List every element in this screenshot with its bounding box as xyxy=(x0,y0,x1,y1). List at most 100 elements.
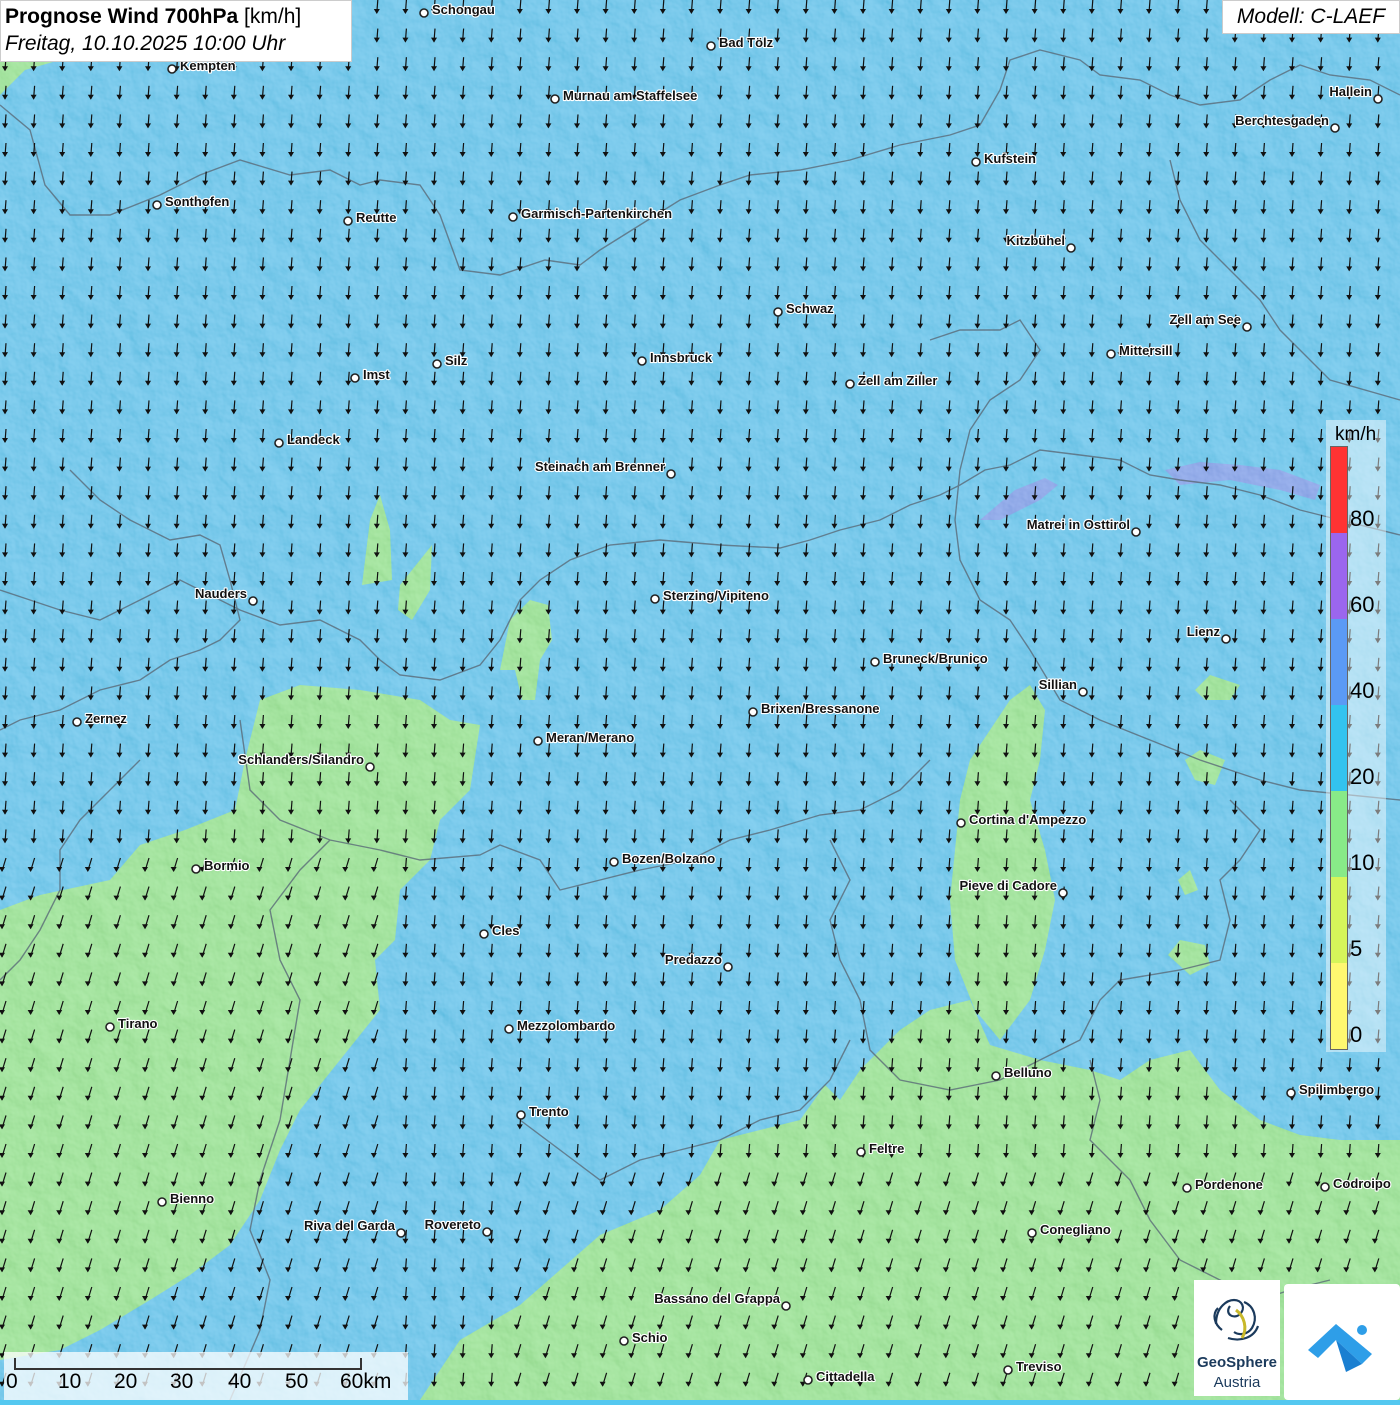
legend-swatch xyxy=(1331,619,1347,705)
city-dot xyxy=(505,1025,513,1033)
city-dot xyxy=(420,9,428,17)
city-label: Kufstein xyxy=(984,151,1036,166)
city-label: Schongau xyxy=(432,2,495,17)
city-marker: Mezzolombardo xyxy=(505,1018,615,1033)
city-marker: Cortina d'Ampezzo xyxy=(957,812,1086,827)
legend-swatch xyxy=(1331,533,1347,619)
city-dot xyxy=(73,718,81,726)
city-dot xyxy=(551,95,559,103)
city-dot xyxy=(651,595,659,603)
city-marker: Conegliano xyxy=(1028,1222,1111,1237)
city-dot xyxy=(1287,1089,1295,1097)
app-mountain-icon xyxy=(1284,1284,1400,1400)
geosphere-emblem-icon xyxy=(1194,1284,1280,1356)
city-dot xyxy=(804,1376,812,1384)
city-label: Nauders xyxy=(195,586,247,601)
title-line: Prognose Wind 700hPa [km/h] xyxy=(5,5,347,29)
city-label: Brixen/Bressanone xyxy=(761,701,880,716)
title-main: Prognose Wind 700hPa xyxy=(5,5,238,28)
city-dot xyxy=(366,763,374,771)
model-label: Modell: C-LAEF xyxy=(1222,0,1400,34)
city-label: Sillian xyxy=(1039,677,1077,692)
city-dot xyxy=(724,963,732,971)
city-label: Schlanders/Silandro xyxy=(238,752,364,767)
city-dot xyxy=(509,213,517,221)
city-dot xyxy=(1028,1229,1036,1237)
title-panel: Prognose Wind 700hPa [km/h] Freitag, 10.… xyxy=(0,0,352,62)
city-label: Bruneck/Brunico xyxy=(883,651,988,666)
legend-tick-label: 5 xyxy=(1350,936,1362,962)
city-dot xyxy=(192,865,200,873)
city-label: Pordenone xyxy=(1195,1177,1263,1192)
scale-label: 50 xyxy=(285,1370,308,1394)
city-dot xyxy=(707,42,715,50)
scale-bar xyxy=(14,1358,362,1370)
legend-swatch xyxy=(1331,705,1347,791)
scale-bar-panel: 0102030405060km xyxy=(4,1352,408,1400)
legend-unit: km/h xyxy=(1335,424,1376,446)
city-marker: Schongau xyxy=(420,2,495,17)
city-marker: Murnau am Staffelsee xyxy=(551,88,697,103)
city-dot xyxy=(106,1023,114,1031)
city-label: Bienno xyxy=(170,1191,214,1206)
city-dot xyxy=(610,858,618,866)
city-dot xyxy=(638,357,646,365)
city-label: Bormio xyxy=(204,858,250,873)
app-logo xyxy=(1284,1284,1400,1400)
city-label: Bozen/Bolzano xyxy=(622,851,715,866)
city-dot xyxy=(168,65,176,73)
legend-tick-label: 60 xyxy=(1350,592,1374,618)
city-label: Innsbruck xyxy=(650,350,713,365)
city-dot xyxy=(1067,244,1075,252)
legend-tick-label: 10 xyxy=(1350,850,1374,876)
city-marker: Brixen/Bressanone xyxy=(749,701,880,716)
scale-label: 30 xyxy=(170,1370,193,1394)
city-label: Bad Tölz xyxy=(719,35,774,50)
city-dot xyxy=(483,1228,491,1236)
legend-swatch xyxy=(1331,447,1347,533)
city-dot xyxy=(749,708,757,716)
forecast-date: Freitag, 10.10.2025 10:00 Uhr xyxy=(5,32,347,56)
city-label: Lienz xyxy=(1187,624,1221,639)
legend-swatch xyxy=(1331,791,1347,877)
city-dot xyxy=(846,380,854,388)
logo-sub: Austria xyxy=(1194,1374,1280,1391)
city-dot xyxy=(397,1229,405,1237)
city-marker: Sonthofen xyxy=(153,194,229,209)
city-label: Garmisch-Partenkirchen xyxy=(521,206,672,221)
city-dot xyxy=(275,439,283,447)
city-dot xyxy=(1243,323,1251,331)
city-dot xyxy=(1183,1184,1191,1192)
city-label: Mezzolombardo xyxy=(517,1018,615,1033)
city-dot xyxy=(857,1148,865,1156)
city-label: Zell am See xyxy=(1169,312,1241,327)
city-label: Conegliano xyxy=(1040,1222,1111,1237)
city-label: Belluno xyxy=(1004,1065,1052,1080)
city-label: Reutte xyxy=(356,210,396,225)
city-label: Landeck xyxy=(287,432,341,447)
city-marker: Garmisch-Partenkirchen xyxy=(509,206,672,221)
city-label: Riva del Garda xyxy=(304,1218,396,1233)
legend-tick-label: 0 xyxy=(1350,1022,1362,1048)
city-dot xyxy=(1004,1366,1012,1374)
city-label: Hallein xyxy=(1329,84,1372,99)
city-label: Sterzing/Vipiteno xyxy=(663,588,769,603)
city-dot xyxy=(1321,1183,1329,1191)
city-marker: Sterzing/Vipiteno xyxy=(651,588,769,603)
legend-swatch xyxy=(1331,963,1347,1049)
color-legend: km/h 806040201050 xyxy=(1326,420,1386,1052)
city-dot xyxy=(871,658,879,666)
city-marker: Spilimbergo xyxy=(1287,1082,1374,1097)
city-label: Trento xyxy=(529,1104,569,1119)
city-dot xyxy=(1079,688,1087,696)
city-label: Treviso xyxy=(1016,1359,1062,1374)
city-label: Murnau am Staffelsee xyxy=(563,88,697,103)
city-label: Feltre xyxy=(869,1141,904,1156)
city-marker: Pordenone xyxy=(1183,1177,1263,1192)
city-dot xyxy=(957,819,965,827)
city-label: Imst xyxy=(363,367,390,382)
city-dot xyxy=(153,201,161,209)
legend-tick-label: 40 xyxy=(1350,678,1374,704)
city-marker: Bruneck/Brunico xyxy=(871,651,988,666)
legend-tick-label: 80 xyxy=(1350,506,1374,532)
